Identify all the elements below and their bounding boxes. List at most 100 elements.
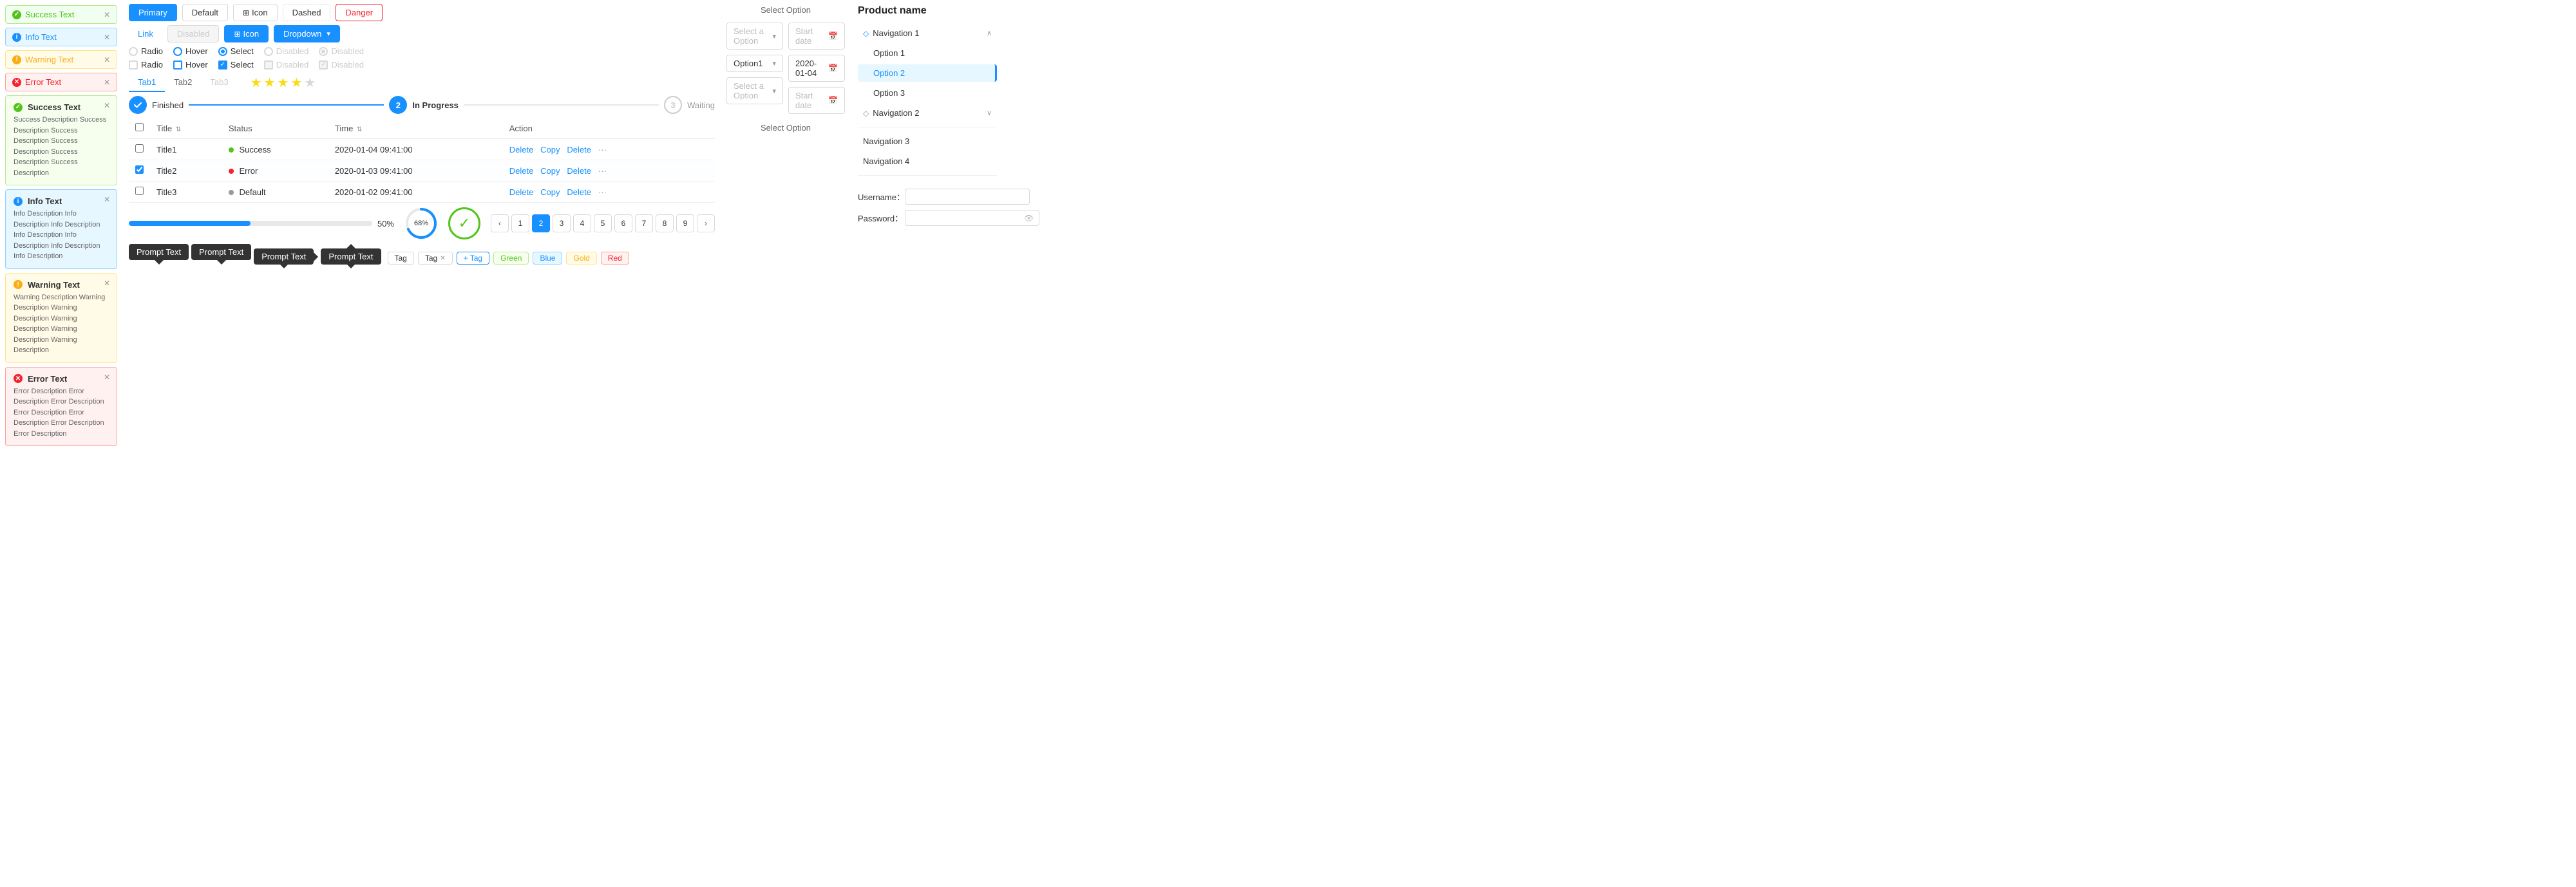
banner-info-title: i Info Text bbox=[14, 196, 109, 206]
row-3-time: 2020-01-02 09:41:00 bbox=[328, 182, 503, 203]
sort-icon[interactable]: ⇅ bbox=[176, 126, 181, 133]
radio-icon bbox=[129, 47, 138, 56]
dashed-button[interactable]: Dashed bbox=[283, 4, 331, 21]
sidebar-item-nav-3[interactable]: Navigation 3 bbox=[858, 133, 997, 150]
row-checkbox-2[interactable] bbox=[135, 165, 144, 174]
checkbox-hover[interactable]: Hover bbox=[173, 60, 208, 70]
tooltip-button-2[interactable]: Prompt Text bbox=[191, 244, 251, 260]
dropdown-button[interactable]: Dropdown ▾ bbox=[274, 25, 340, 42]
close-icon[interactable]: ✕ bbox=[104, 78, 110, 87]
username-input[interactable] bbox=[905, 189, 1030, 205]
row-3-actions: Delete Copy Delete ··· bbox=[503, 182, 715, 203]
prev-page-button[interactable]: ‹ bbox=[491, 214, 509, 232]
radio-unchecked[interactable]: Radio bbox=[129, 46, 163, 56]
tab-1[interactable]: Tab1 bbox=[129, 73, 165, 92]
star-rating[interactable]: ★ ★ ★ ★ ★ bbox=[251, 75, 316, 91]
danger-button[interactable]: Danger bbox=[336, 4, 383, 21]
banner-success-title: ✓ Success Text bbox=[14, 102, 109, 112]
action-copy-2[interactable]: Copy bbox=[540, 166, 560, 176]
col-status: Status bbox=[222, 118, 328, 139]
banner-success-desc: Success Description Success Description … bbox=[14, 115, 109, 178]
checkbox-selected[interactable]: ✓ Select bbox=[218, 60, 254, 70]
radio-selected[interactable]: Select bbox=[218, 46, 254, 56]
close-icon[interactable]: ✕ bbox=[104, 101, 110, 110]
username-label: Username： bbox=[858, 191, 900, 203]
page-4[interactable]: 4 bbox=[573, 214, 591, 232]
icon-button[interactable]: ⊞ Icon bbox=[233, 4, 278, 21]
default-button[interactable]: Default bbox=[182, 4, 228, 21]
date-3[interactable]: Start date 📅 bbox=[788, 87, 845, 114]
sidebar-item-nav-1[interactable]: ◇ Navigation 1 ∧ bbox=[858, 24, 997, 42]
checkbox-row: Radio Hover ✓ Select Disabled ✓ Disabled bbox=[129, 60, 715, 70]
radio-selected-icon bbox=[218, 47, 227, 56]
star-2[interactable]: ★ bbox=[264, 75, 276, 91]
star-4-half[interactable]: ★ bbox=[290, 75, 302, 91]
select-1[interactable]: Select a Option ▾ bbox=[726, 23, 783, 50]
page-1[interactable]: 1 bbox=[511, 214, 529, 232]
sidebar-item-option-2[interactable]: Option 2 bbox=[858, 64, 997, 82]
more-icon[interactable]: ··· bbox=[598, 145, 607, 154]
tag-close-icon[interactable]: ✕ bbox=[440, 255, 445, 262]
sidebar-item-option-3[interactable]: Option 3 bbox=[858, 84, 997, 102]
action-copy-1[interactable]: Copy bbox=[540, 145, 560, 154]
sort-icon[interactable]: ⇅ bbox=[357, 126, 362, 133]
close-icon[interactable]: ✕ bbox=[104, 10, 110, 19]
action-delete-2[interactable]: Delete bbox=[509, 166, 534, 176]
page-2[interactable]: 2 bbox=[532, 214, 550, 232]
page-3[interactable]: 3 bbox=[553, 214, 571, 232]
page-9[interactable]: 9 bbox=[676, 214, 694, 232]
action-delete-3[interactable]: Delete bbox=[509, 187, 534, 197]
left-alert-panel: ✓ Success Text ✕ i Info Text ✕ ! Warning… bbox=[0, 0, 122, 451]
date-3-placeholder: Start date bbox=[795, 91, 828, 110]
tooltip-button-1[interactable]: Prompt Text bbox=[129, 244, 189, 260]
page-7[interactable]: 7 bbox=[635, 214, 653, 232]
add-tag-button[interactable]: + Tag bbox=[457, 252, 489, 265]
star-3[interactable]: ★ bbox=[277, 75, 289, 91]
page-6[interactable]: 6 bbox=[614, 214, 632, 232]
select-all-checkbox[interactable] bbox=[135, 123, 144, 131]
row-checkbox-3[interactable] bbox=[135, 187, 144, 195]
action-delete-3b[interactable]: Delete bbox=[567, 187, 591, 197]
close-icon[interactable]: ✕ bbox=[104, 33, 110, 42]
alert-banner-success: ✕ ✓ Success Text Success Description Suc… bbox=[5, 95, 117, 185]
page-8[interactable]: 8 bbox=[656, 214, 674, 232]
more-icon[interactable]: ··· bbox=[598, 166, 607, 176]
tooltip-button-4[interactable]: Prompt Text bbox=[321, 248, 381, 265]
password-input[interactable] bbox=[911, 213, 1024, 223]
step-1-label: Finished bbox=[152, 100, 184, 110]
star-5[interactable]: ★ bbox=[304, 75, 316, 91]
star-1[interactable]: ★ bbox=[251, 75, 262, 91]
radio-hover[interactable]: Hover bbox=[173, 46, 208, 56]
action-delete-1[interactable]: Delete bbox=[509, 145, 534, 154]
more-icon[interactable]: ··· bbox=[598, 187, 607, 197]
link-button[interactable]: Link bbox=[129, 26, 162, 42]
close-icon[interactable]: ✕ bbox=[104, 55, 110, 64]
radio-disabled-icon bbox=[264, 47, 273, 56]
select-2[interactable]: Option1 ▾ bbox=[726, 55, 783, 72]
checkbox-unchecked[interactable]: Radio bbox=[129, 60, 163, 70]
close-icon[interactable]: ✕ bbox=[104, 279, 110, 288]
date-1[interactable]: Start date 📅 bbox=[788, 23, 845, 50]
close-icon[interactable]: ✕ bbox=[104, 373, 110, 382]
divider bbox=[858, 175, 997, 176]
row-2-actions: Delete Copy Delete ··· bbox=[503, 160, 715, 182]
eye-icon[interactable]: 👁 bbox=[1024, 214, 1034, 223]
alert-banner-error: ✕ ✕ Error Text Error Description Error D… bbox=[5, 367, 117, 447]
action-delete-2b[interactable]: Delete bbox=[567, 166, 591, 176]
primary-button[interactable]: Primary bbox=[129, 4, 177, 21]
tooltip-button-3[interactable]: Prompt Text bbox=[254, 248, 314, 265]
close-icon[interactable]: ✕ bbox=[104, 195, 110, 204]
next-page-button[interactable]: › bbox=[697, 214, 715, 232]
sidebar-item-nav-4[interactable]: Navigation 4 bbox=[858, 153, 997, 170]
action-copy-3[interactable]: Copy bbox=[540, 187, 560, 197]
sidebar-item-option-1[interactable]: Option 1 bbox=[858, 44, 997, 62]
select-3[interactable]: Select a Option ▾ bbox=[726, 77, 783, 104]
page-5[interactable]: 5 bbox=[594, 214, 612, 232]
date-2[interactable]: 2020-01-04 📅 bbox=[788, 55, 845, 82]
icon-blue-button[interactable]: ⊞ Icon bbox=[224, 25, 269, 42]
sidebar-item-nav-2[interactable]: ◇ Navigation 2 ∨ bbox=[858, 104, 997, 122]
tab-2[interactable]: Tab2 bbox=[165, 73, 201, 92]
action-delete-1b[interactable]: Delete bbox=[567, 145, 591, 154]
password-field[interactable]: 👁 bbox=[905, 210, 1039, 226]
row-checkbox-1[interactable] bbox=[135, 144, 144, 153]
